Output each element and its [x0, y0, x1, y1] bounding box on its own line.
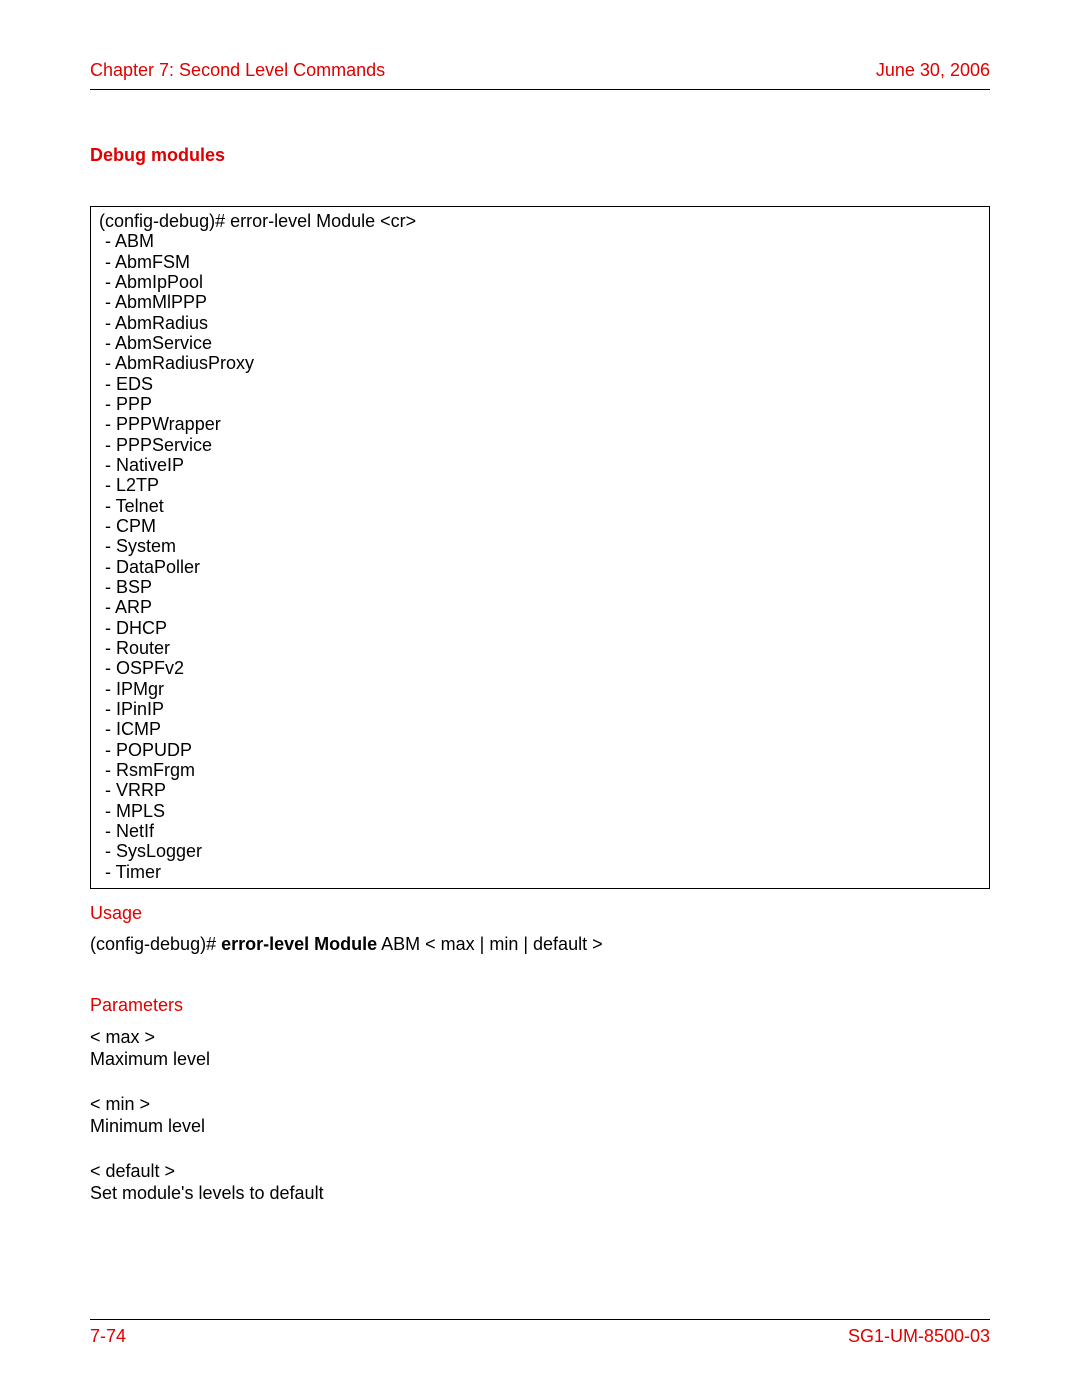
- page-header: Chapter 7: Second Level Commands June 30…: [90, 60, 990, 81]
- module-item: - ARP: [99, 597, 981, 617]
- document-page: Chapter 7: Second Level Commands June 30…: [0, 0, 1080, 1397]
- usage-bold: error-level Module: [221, 934, 377, 954]
- module-item: - Router: [99, 638, 981, 658]
- module-item: - BSP: [99, 577, 981, 597]
- module-item: - RsmFrgm: [99, 760, 981, 780]
- module-item: - POPUDP: [99, 740, 981, 760]
- module-list: - ABM- AbmFSM- AbmIpPool- AbmMlPPP- AbmR…: [99, 231, 981, 882]
- module-item: - IPinIP: [99, 699, 981, 719]
- footer-rule: [90, 1319, 990, 1320]
- module-item: - Telnet: [99, 496, 981, 516]
- usage-prefix: (config-debug)#: [90, 934, 221, 954]
- module-item: - OSPFv2: [99, 658, 981, 678]
- module-list-box: (config-debug)# error-level Module <cr> …: [90, 206, 990, 889]
- module-item: - VRRP: [99, 780, 981, 800]
- usage-line: (config-debug)# error-level Module ABM <…: [90, 934, 990, 955]
- document-id: SG1-UM-8500-03: [848, 1326, 990, 1347]
- command-line: (config-debug)# error-level Module <cr>: [99, 211, 981, 231]
- section-heading: Debug modules: [90, 145, 990, 166]
- module-item: - SysLogger: [99, 841, 981, 861]
- parameter-group: < max >Maximum level: [90, 1026, 990, 1071]
- module-item: - AbmService: [99, 333, 981, 353]
- module-item: - AbmFSM: [99, 252, 981, 272]
- module-item: - PPP: [99, 394, 981, 414]
- module-item: - NetIf: [99, 821, 981, 841]
- usage-heading: Usage: [90, 903, 990, 924]
- page-number: 7-74: [90, 1326, 126, 1347]
- parameters-heading: Parameters: [90, 995, 990, 1016]
- module-item: - EDS: [99, 374, 981, 394]
- module-item: - ICMP: [99, 719, 981, 739]
- module-item: - DHCP: [99, 618, 981, 638]
- module-item: - ABM: [99, 231, 981, 251]
- parameter-name: < default >: [90, 1160, 990, 1183]
- module-item: - Timer: [99, 862, 981, 882]
- module-item: - AbmIpPool: [99, 272, 981, 292]
- module-item: - AbmMlPPP: [99, 292, 981, 312]
- page-footer: 7-74 SG1-UM-8500-03: [90, 1319, 990, 1347]
- module-item: - PPPService: [99, 435, 981, 455]
- module-item: - PPPWrapper: [99, 414, 981, 434]
- header-rule: [90, 89, 990, 90]
- parameter-description: Maximum level: [90, 1048, 990, 1071]
- parameter-name: < max >: [90, 1026, 990, 1049]
- parameter-name: < min >: [90, 1093, 990, 1116]
- module-item: - L2TP: [99, 475, 981, 495]
- module-item: - DataPoller: [99, 557, 981, 577]
- chapter-title: Chapter 7: Second Level Commands: [90, 60, 385, 81]
- usage-suffix: ABM < max | min | default >: [377, 934, 602, 954]
- module-item: - NativeIP: [99, 455, 981, 475]
- page-date: June 30, 2006: [876, 60, 990, 81]
- parameter-group: < min > Minimum level: [90, 1093, 990, 1138]
- module-item: - System: [99, 536, 981, 556]
- module-item: - AbmRadiusProxy: [99, 353, 981, 373]
- module-item: - AbmRadius: [99, 313, 981, 333]
- module-item: - MPLS: [99, 801, 981, 821]
- parameters-block: < max >Maximum level < min > Minimum lev…: [90, 1026, 990, 1205]
- module-item: - CPM: [99, 516, 981, 536]
- parameter-description: Minimum level: [90, 1115, 990, 1138]
- parameter-description: Set module's levels to default: [90, 1182, 990, 1205]
- module-item: - IPMgr: [99, 679, 981, 699]
- parameter-group: < default >Set module's levels to defaul…: [90, 1160, 990, 1205]
